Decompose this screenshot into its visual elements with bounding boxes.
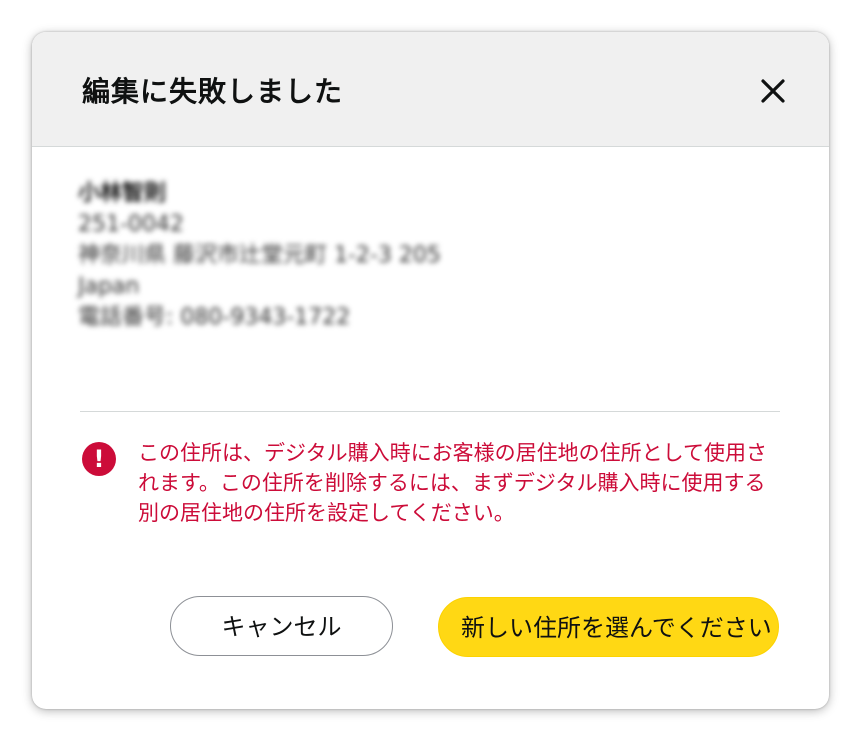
address-block: 小林智則 251-0042 神奈川県 藤沢市辻堂元町 1-2-3 205 Jap…	[78, 178, 441, 333]
error-message: この住所は、デジタル購入時にお客様の居住地の住所として使用されます。この住所を削…	[138, 441, 767, 525]
address-country: Japan	[78, 274, 140, 299]
close-icon	[761, 79, 785, 103]
screen-backdrop: 編集に失敗しました 小林智則 251-0042 神奈川県 藤沢市辻堂元町 1-2…	[0, 0, 862, 742]
dialog-header: 編集に失敗しました	[32, 32, 829, 147]
close-button[interactable]	[758, 76, 788, 106]
dialog-title: 編集に失敗しました	[82, 75, 344, 108]
section-divider	[80, 411, 780, 412]
address-postal-code: 251-0042	[78, 212, 184, 237]
address-street: 神奈川県 藤沢市辻堂元町 1-2-3 205	[78, 243, 441, 268]
address-phone: 電話番号: 080-9343-1722	[78, 305, 351, 330]
address-name: 小林智則	[78, 181, 167, 206]
cancel-button[interactable]: キャンセル	[170, 596, 393, 656]
exclamation-icon: !	[82, 442, 116, 476]
edit-failed-dialog: 編集に失敗しました 小林智則 251-0042 神奈川県 藤沢市辻堂元町 1-2…	[32, 32, 829, 709]
choose-new-address-button[interactable]: 新しい住所を選んでください	[438, 597, 779, 657]
